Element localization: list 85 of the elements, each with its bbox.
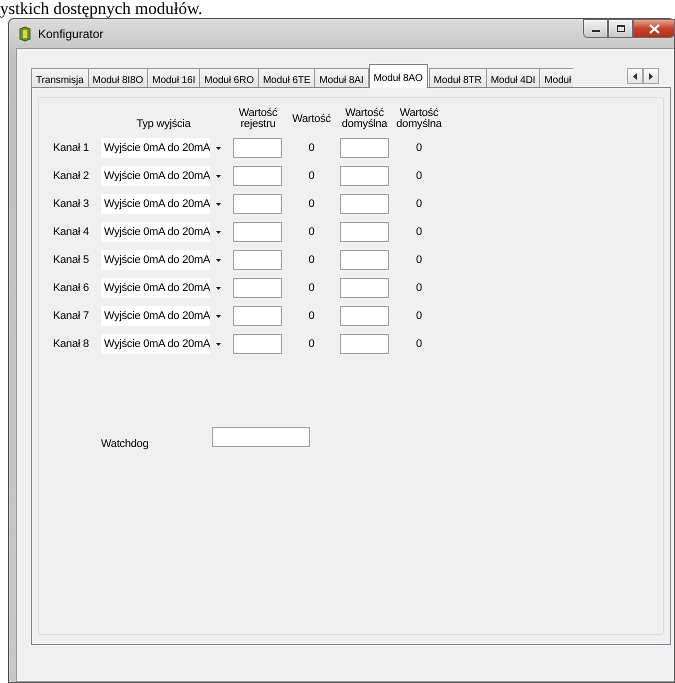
register-value-field[interactable] [233,334,282,354]
dropdown-arrow-icon [216,202,221,206]
output-type-dropdown[interactable]: Wyjście 0mA do 20mA [101,194,226,214]
app-icon [18,26,32,42]
default-value-field[interactable] [340,278,389,298]
tab[interactable]: Moduł 16I [147,68,200,88]
watchdog-label: Watchdog [101,437,150,450]
dropdown-arrow-icon [216,342,221,346]
output-type-dropdown[interactable]: Wyjście 0mA do 20mA [101,138,226,158]
dropdown-arrow-icon [216,314,221,318]
tab[interactable]: Moduł 8TR [428,68,487,88]
default-value-field[interactable] [340,250,389,270]
value-text: 0 [307,338,316,350]
default-value-field[interactable] [340,334,389,354]
tab[interactable]: Moduł 8I8O [88,68,148,88]
register-value-field[interactable] [233,138,282,158]
channel-label: Kanał 7 [53,310,90,322]
default-value-field[interactable] [340,194,389,214]
default-value-field[interactable] [340,306,389,326]
register-value-field[interactable] [233,278,282,298]
channel-label: Kanał 8 [53,338,90,350]
dropdown-arrow-icon [216,230,221,234]
value-text: 0 [307,226,316,238]
dropdown-arrow-icon [216,258,221,262]
default-value-text: 0 [414,170,424,182]
window-title: Konfigurator [38,26,104,40]
output-type-dropdown[interactable]: Wyjście 0mA do 20mA [101,334,226,354]
maximize-button[interactable] [608,19,633,38]
tab[interactable]: Moduł [539,68,574,88]
tab[interactable]: Moduł 6RO [199,68,259,88]
output-type-dropdown[interactable]: Wyjście 0mA do 20mA [101,278,226,298]
tab[interactable]: Moduł 4DI [486,68,540,88]
default-value-text: 0 [414,310,424,322]
default-value-text: 0 [414,226,424,238]
channel-label: Kanał 2 [53,170,90,182]
output-type-dropdown[interactable]: Wyjście 0mA do 20mA [101,250,226,270]
channel-label: Kanał 4 [53,226,90,238]
tab[interactable]: Moduł 8AI [314,68,369,88]
channel-label: Kanał 6 [53,282,90,294]
channel-label: Kanał 3 [53,198,90,210]
default-value-text: 0 [414,142,424,154]
register-value-field[interactable] [233,194,282,214]
left-arrow-icon [632,72,638,80]
tab[interactable]: Moduł 8AO [368,64,428,88]
channel-label: Kanał 5 [53,254,90,266]
column-header: Wartość rejestru [238,108,278,130]
right-arrow-icon [648,72,654,80]
dropdown-arrow-icon [216,286,221,290]
dropdown-arrow-icon [216,146,221,150]
register-value-field[interactable] [233,306,282,326]
channel-label: Kanał 1 [53,142,90,154]
dropdown-arrow-icon [216,174,221,178]
minimize-button[interactable] [583,19,608,38]
default-value-field[interactable] [340,222,389,242]
default-value-text: 0 [414,282,424,294]
tab[interactable]: Transmisja [31,68,89,88]
column-header: Wartość domyślna [340,108,388,130]
value-text: 0 [307,142,316,154]
value-text: 0 [307,310,316,322]
output-type-dropdown[interactable]: Wyjście 0mA do 20mA [101,306,226,326]
default-value-text: 0 [414,198,424,210]
default-value-field[interactable] [340,166,389,186]
value-text: 0 [307,170,316,182]
scroll-right-button[interactable] [643,68,659,84]
register-value-field[interactable] [233,250,282,270]
value-text: 0 [307,254,316,266]
tab[interactable]: Moduł 6TE [258,68,316,88]
watchdog-field[interactable] [212,427,310,447]
column-header: Wartość [291,114,332,124]
value-text: 0 [307,282,316,294]
close-button[interactable] [633,19,675,38]
default-value-text: 0 [414,254,424,266]
document-text: ystkich dostępnych modułów. [0,0,202,18]
output-type-dropdown[interactable]: Wyjście 0mA do 20mA [101,222,226,242]
register-value-field[interactable] [233,222,282,242]
output-type-dropdown[interactable]: Wyjście 0mA do 20mA [101,166,226,186]
default-value-field[interactable] [340,138,389,158]
column-header: Typ wyjścia [136,119,191,130]
maximize-icon [616,24,626,33]
column-header: Wartość domyślna [395,108,443,130]
register-value-field[interactable] [233,166,282,186]
scroll-left-button[interactable] [627,68,643,84]
default-value-text: 0 [414,338,424,350]
close-icon [648,24,660,34]
value-text: 0 [307,198,316,210]
